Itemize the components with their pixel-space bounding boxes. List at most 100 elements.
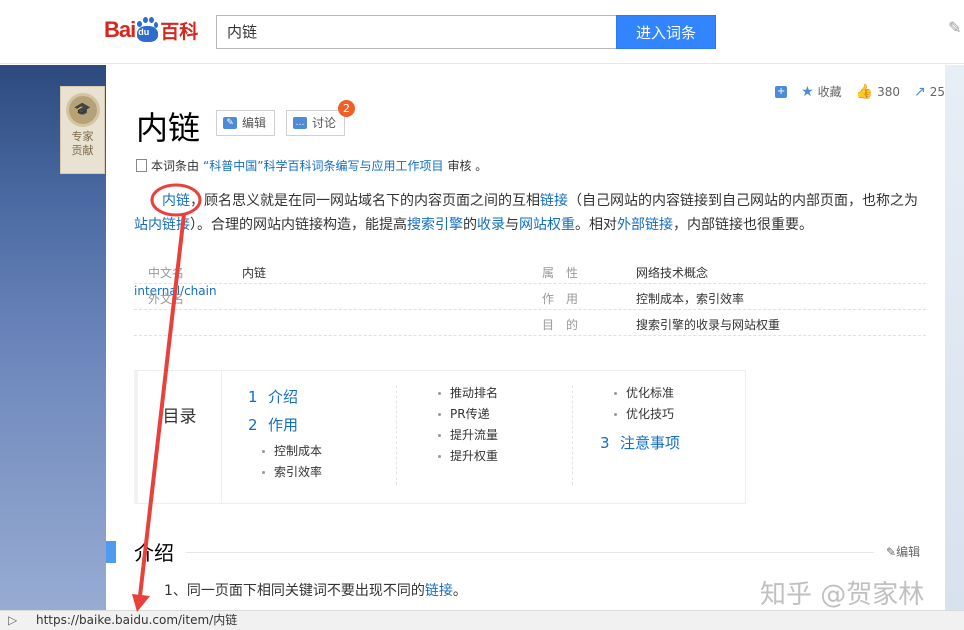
para-text: （自己网站的内容链接到自己网站的内部页面，也称之为 [568, 193, 918, 209]
para-text: 的 [463, 217, 477, 233]
like-count: 380 [877, 84, 900, 99]
section-divider [134, 552, 874, 553]
review-prefix: 本词条由 [151, 159, 200, 173]
status-url: https://baike.baidu.com/item/内链 [36, 613, 238, 627]
chat-icon: … [293, 117, 307, 129]
basic-info-row: 中文名 内链 属 性 网络技术概念 [134, 258, 926, 284]
section-marker [106, 541, 116, 563]
logo-text-baike: 百科 [160, 20, 199, 43]
share-count: 25 [929, 84, 945, 99]
para-text: ，内部链接也很重要。 [673, 217, 813, 233]
thumbs-up-icon: 👍 [855, 83, 874, 100]
share-button[interactable]: ↗ 25 [914, 84, 945, 100]
para-text: ，顾名思义就是在同一网站域名下的内容页面之间的互相 [190, 193, 540, 209]
expert-label: 专家贡献 [71, 130, 94, 157]
basic-label: 属 性 [542, 266, 579, 280]
toc-item-intro[interactable]: 1 介绍 [248, 385, 322, 409]
review-suffix: 审核 。 [447, 159, 488, 173]
para-text: 。相对 [575, 217, 617, 233]
toc-subitem[interactable]: 推动排名 [424, 383, 498, 404]
link-site-weight[interactable]: 网站权重 [519, 217, 575, 233]
baidu-baike-logo[interactable]: Bai du 百科 [104, 12, 198, 48]
toc-subitem[interactable]: 索引效率 [248, 462, 322, 483]
basic-value: 内链 [242, 266, 267, 280]
section-title: 介绍 [134, 537, 186, 566]
entry-title: 内链 [136, 109, 201, 147]
basic-value: 网络技术概念 [636, 266, 709, 280]
toc-subitem[interactable]: 优化技巧 [600, 404, 680, 425]
logo-text-du: du [138, 27, 150, 37]
plus-icon: + [775, 85, 788, 98]
link-link[interactable]: 链接 [540, 193, 568, 209]
link-internal-chain[interactable]: 内链 [162, 193, 190, 209]
expert-contribution-button[interactable]: 🎓 专家贡献 [60, 86, 105, 174]
toc-divider [572, 385, 573, 485]
main-content: + ★ 收藏 👍 380 ↗ 25 内链 ✎ 编辑 … 讨论 2 本词条由 “科普中国”科学… [106, 65, 945, 610]
basic-info-row: 外文名 internal/chain 作 用 控制成本，索引效率 [134, 284, 926, 310]
collect-button[interactable]: ★ 收藏 [801, 83, 842, 100]
document-icon [136, 159, 147, 172]
toc-column-1: 1 介绍 2 作用 控制成本 索引效率 [248, 385, 322, 483]
toc-subitem[interactable]: PR传递 [424, 404, 498, 425]
link-link[interactable]: 链接 [425, 583, 453, 599]
logo-text-bai: Bai [104, 17, 136, 42]
toc-label: 目录 [138, 371, 222, 503]
zhihu-watermark: 知乎 @贺家林 [760, 580, 925, 610]
section-text: 1、同一页面下相同关键词不要出现不同的链接。 [164, 580, 467, 600]
discuss-button[interactable]: … 讨论 [286, 110, 346, 136]
summary-paragraph: 内链，顾名思义就是在同一网站域名下的内容页面之间的互相链接（自己网站的内容链接到… [134, 189, 924, 237]
toc-column-2: 推动排名 PR传递 提升流量 提升权重 [424, 383, 498, 467]
basic-label: 作 用 [542, 292, 579, 306]
right-background-strip [945, 65, 964, 610]
basic-info-table: 中文名 内链 属 性 网络技术概念 外文名 internal/chain 作 用… [134, 258, 926, 336]
toc-subitem[interactable]: 提升流量 [424, 425, 498, 446]
toc-divider [396, 385, 397, 485]
toc-column-3: 优化标准 优化技巧 3 注意事项 [600, 383, 680, 459]
para-text: 与 [505, 217, 519, 233]
share-icon: ↗ [913, 83, 926, 100]
section-edit-label: 编辑 [896, 545, 921, 559]
link-external-link[interactable]: 外部链接 [617, 217, 673, 233]
toc-subitem[interactable]: 提升权重 [424, 446, 498, 467]
like-button[interactable]: 👍 380 [856, 84, 900, 100]
para-text: ）。合理的网站内链接构造，能提高 [190, 217, 407, 233]
edit-icon: ✎ [223, 117, 237, 129]
basic-info-row: 目 的 搜索引擎的收录与网站权重 [134, 310, 926, 336]
toc-subitem[interactable]: 控制成本 [248, 441, 322, 462]
basic-label: 外文名 [148, 292, 185, 306]
basic-label: 中文名 [148, 266, 185, 280]
review-project-link[interactable]: “科普中国”科学百科词条编写与应用工作项目 [203, 157, 443, 174]
enter-entry-button[interactable]: 进入词条 [616, 15, 716, 49]
link-indexing[interactable]: 收录 [477, 217, 505, 233]
entry-toolbar: + ★ 收藏 👍 380 ↗ 25 [775, 83, 945, 100]
table-of-contents: 目录 1 介绍 2 作用 控制成本 索引效率 推动排名 PR传递 提升流量 提升权重… [134, 370, 746, 504]
link-site-link[interactable]: 站内链接 [134, 217, 190, 233]
browser-status-bar: ▷ https://baike.baidu.com/item/内链 [0, 610, 964, 630]
toc-num: 2 [248, 416, 258, 434]
section-text-part: 。 [452, 583, 467, 599]
collect-label: 收藏 [817, 85, 842, 99]
discuss-count-badge: 2 [338, 100, 355, 117]
mortarboard-icon: 🎓 [65, 93, 100, 127]
basic-label: 目 的 [542, 318, 579, 332]
basic-value: 控制成本，索引效率 [636, 292, 745, 306]
toc-text: 介绍 [268, 388, 299, 406]
review-notice: 本词条由 “科普中国”科学百科词条编写与应用工作项目 审核 。 [136, 157, 487, 174]
toc-item-function[interactable]: 2 作用 [248, 413, 322, 437]
toc-subitem[interactable]: 优化标准 [600, 383, 680, 404]
add-icon-button[interactable]: + [775, 85, 788, 98]
discuss-label: 讨论 [312, 116, 337, 130]
edit-button[interactable]: ✎ 编辑 [216, 110, 276, 136]
site-header: Bai du 百科 内链 进入词条 ✎ [0, 0, 964, 64]
toc-num: 3 [600, 434, 610, 452]
toc-text: 作用 [268, 416, 299, 434]
link-search-engine[interactable]: 搜索引擎 [407, 217, 463, 233]
edit-label: 编辑 [242, 116, 267, 130]
toc-item-notes[interactable]: 3 注意事项 [600, 431, 680, 455]
play-icon: ▷ [8, 613, 18, 627]
section-edit-button[interactable]: ✎编辑 [886, 543, 921, 560]
search-input[interactable]: 内链 [216, 15, 616, 49]
basic-value: 搜索引擎的收录与网站权重 [636, 318, 781, 332]
toc-num: 1 [248, 388, 258, 406]
pencil-icon[interactable]: ✎ [948, 18, 961, 37]
